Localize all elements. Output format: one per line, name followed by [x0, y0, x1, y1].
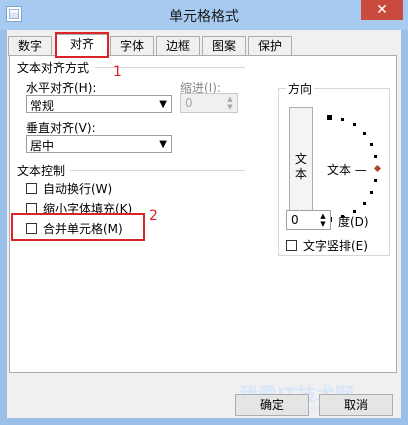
- vertical-text-button[interactable]: 文本: [289, 107, 313, 227]
- tab-pattern[interactable]: 图案: [202, 36, 246, 56]
- tab-highlight-box: [55, 32, 109, 58]
- text-control-title: 文本控制: [17, 164, 66, 178]
- vertical-text-checkbox-label: 文字竖排(E): [303, 239, 368, 253]
- indent-value: 0: [185, 96, 193, 110]
- dial-marker-90[interactable]: [327, 115, 332, 120]
- orientation-pointer-icon[interactable]: [373, 164, 382, 173]
- text-alignment-title: 文本对齐方式: [17, 61, 90, 75]
- spin-up-icon[interactable]: ▲: [317, 212, 329, 220]
- ok-button[interactable]: 确定: [235, 394, 309, 416]
- close-button[interactable]: ✕: [361, 0, 403, 20]
- dial-marker[interactable]: [353, 123, 356, 126]
- tab-font[interactable]: 字体: [110, 36, 154, 56]
- vertical-text-checkbox[interactable]: 文字竖排(E): [286, 237, 368, 254]
- annotation-number-2: 2: [149, 208, 158, 224]
- orientation-group: 文本 文本 —: [278, 88, 390, 256]
- spin-down-icon[interactable]: ▼: [224, 103, 236, 111]
- horizontal-align-select[interactable]: 常规 ▼: [26, 95, 172, 113]
- vertical-align-value: 居中: [30, 139, 55, 153]
- chevron-down-icon: ▼: [159, 139, 167, 150]
- dialog-client-area: 数字 对齐 字体 边框 图案 保护 1 文本对齐方式 水平对齐(H): 常规 ▼…: [7, 30, 401, 418]
- degree-value: 0: [291, 213, 299, 227]
- spin-up-icon[interactable]: ▲: [224, 95, 236, 103]
- chevron-down-icon: ▼: [159, 99, 167, 110]
- tab-border[interactable]: 边框: [156, 36, 200, 56]
- dial-marker[interactable]: [370, 191, 373, 194]
- wrap-text-label: 自动换行(W): [43, 182, 113, 196]
- degree-label: 度(D): [338, 215, 369, 229]
- vertical-text-label: 文本: [295, 152, 308, 181]
- dial-marker[interactable]: [374, 179, 377, 182]
- checkbox-box: [26, 183, 37, 194]
- vertical-align-label: 垂直对齐(V):: [26, 121, 96, 135]
- dial-marker[interactable]: [370, 143, 373, 146]
- title-bar: 单元格格式 ✕: [0, 0, 408, 30]
- merge-cells-highlight-box: [11, 213, 145, 241]
- dial-marker[interactable]: [341, 118, 344, 121]
- horizontal-align-label: 水平对齐(H):: [26, 81, 97, 95]
- tab-protection[interactable]: 保护: [248, 36, 292, 56]
- orientation-title: 方向: [286, 80, 315, 97]
- format-cells-dialog: 单元格格式 ✕ 数字 对齐 字体 边框 图案 保护 1 文本对齐方式 水平对齐(…: [0, 0, 408, 425]
- tab-number[interactable]: 数字: [8, 36, 52, 56]
- degree-stepper[interactable]: 0 ▲ ▼: [286, 210, 331, 230]
- divider: [70, 170, 245, 171]
- dial-marker[interactable]: [363, 132, 366, 135]
- checkbox-box: [286, 240, 297, 251]
- orientation-dial-text: 文本 —: [327, 163, 367, 177]
- spin-down-icon[interactable]: ▼: [317, 220, 329, 228]
- wrap-text-checkbox[interactable]: 自动换行(W): [26, 180, 112, 197]
- horizontal-align-value: 常规: [30, 99, 55, 113]
- dial-marker[interactable]: [374, 155, 377, 158]
- vertical-align-select[interactable]: 居中 ▼: [26, 135, 172, 153]
- dial-marker[interactable]: [363, 202, 366, 205]
- dialog-title: 单元格格式: [169, 9, 239, 25]
- indent-stepper[interactable]: 0 ▲ ▼: [180, 93, 238, 113]
- cancel-button[interactable]: 取消: [319, 394, 393, 416]
- annotation-number-1: 1: [113, 64, 122, 80]
